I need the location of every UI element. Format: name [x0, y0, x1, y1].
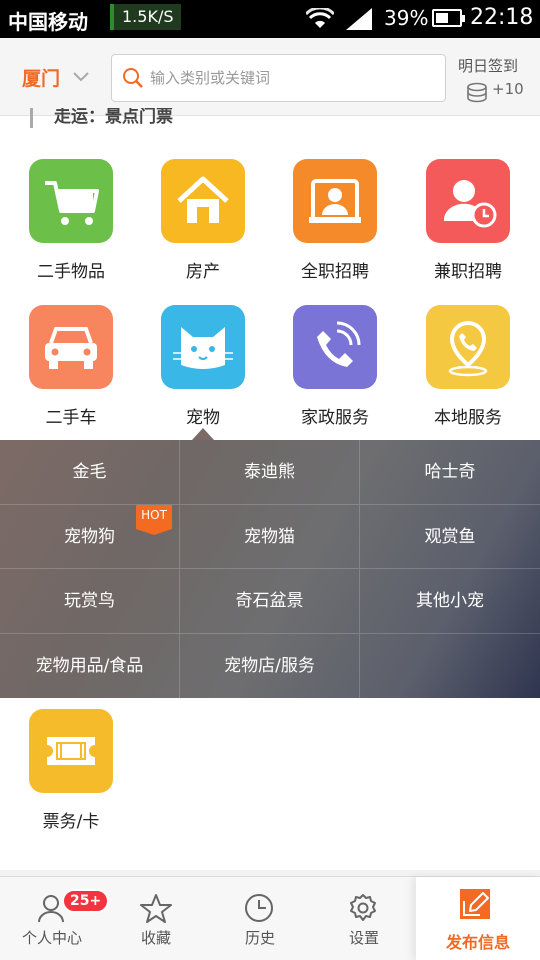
person-clock-icon	[426, 159, 510, 243]
subcategory-item[interactable]: 其他小宠	[360, 569, 540, 634]
category-label: 房产	[186, 262, 220, 282]
publish-button[interactable]: 发布信息	[416, 877, 540, 960]
category-full-time-jobs[interactable]: 全职招聘	[268, 159, 402, 289]
id-card-icon	[293, 159, 377, 243]
location-phone-icon	[426, 305, 510, 389]
tab-label: 收藏	[140, 929, 171, 947]
chevron-down-icon[interactable]	[72, 68, 90, 87]
category-part-time-jobs[interactable]: 兼职招聘	[401, 159, 535, 289]
ticket-icon	[29, 709, 113, 793]
tab-profile[interactable]: 25+ 个人中心	[0, 877, 110, 960]
subcategory-item[interactable]: 金毛	[0, 440, 180, 505]
carrier-name: 中国移动	[8, 10, 88, 34]
tab-label: 设置	[348, 929, 379, 947]
car-icon	[29, 305, 113, 389]
subcategory-item[interactable]: 泰迪熊	[180, 440, 360, 505]
top-header: 厦门 明日签到 +10	[0, 38, 540, 116]
wifi-icon	[304, 6, 336, 34]
subcategory-item[interactable]: 宠物店/服务	[180, 633, 360, 698]
category-label: 家政服务	[301, 408, 369, 428]
subcategory-item[interactable]: 玩赏鸟	[0, 569, 180, 634]
status-bar: 中国移动 1.5K/S 39% 22:18	[0, 0, 540, 38]
category-used-cars[interactable]: 二手车	[4, 305, 138, 435]
bottom-tab-bar: 25+ 个人中心 收藏 历史 设置 发布信息	[0, 876, 540, 960]
category-pets[interactable]: 宠物	[136, 305, 270, 435]
partial-item-text: 走运：景点门票	[54, 108, 173, 127]
subcategory-item[interactable]: 哈士奇	[360, 440, 540, 505]
signal-icon	[346, 8, 372, 34]
tab-settings[interactable]: 设置	[312, 877, 416, 960]
subcategory-item[interactable]: 宠物猫	[180, 504, 360, 569]
partial-scrolled-item: 走运：景点门票	[30, 108, 330, 128]
category-real-estate[interactable]: 房产	[136, 159, 270, 289]
house-icon	[161, 159, 245, 243]
signin-label: 明日签到	[458, 57, 519, 75]
hot-badge: HOT	[136, 505, 172, 535]
tab-history[interactable]: 历史	[208, 877, 312, 960]
category-label: 二手物品	[37, 262, 105, 282]
subcategory-item-empty	[360, 634, 540, 699]
clock-icon	[244, 893, 274, 927]
category-label: 全职招聘	[301, 262, 369, 282]
subcategory-item[interactable]: 观赏鱼	[360, 505, 540, 569]
category-local-services[interactable]: 本地服务	[401, 305, 535, 435]
battery-percent: 39%	[384, 6, 429, 30]
subcategory-item[interactable]: 宠物用品/食品	[0, 633, 180, 698]
tab-favorites[interactable]: 收藏	[104, 877, 208, 960]
search-input[interactable]	[150, 55, 440, 101]
signin-button[interactable]: 明日签到 +10	[452, 46, 536, 108]
cat-icon	[161, 305, 245, 389]
subcategory-item[interactable]: 奇石盆景	[180, 569, 360, 634]
gear-icon	[348, 893, 378, 927]
pet-subcategory-panel: 金毛 泰迪熊 哈士奇 宠物狗 宠物猫 观赏鱼 玩赏鸟 奇石盆景 其他小宠 宠物用…	[0, 440, 540, 698]
signin-points: +10	[492, 80, 524, 98]
category-label: 票务/卡	[42, 812, 100, 832]
tab-label: 个人中心	[21, 929, 82, 947]
search-icon	[122, 67, 144, 93]
city-selector[interactable]: 厦门	[22, 64, 60, 91]
category-second-hand[interactable]: 二手物品	[4, 159, 138, 289]
category-tickets[interactable]: 票务/卡	[4, 709, 138, 839]
notification-badge: 25+	[62, 889, 110, 913]
expanded-indicator	[192, 428, 214, 440]
phone-icon	[293, 305, 377, 389]
shopping-cart-icon	[29, 159, 113, 243]
tab-label: 历史	[244, 929, 275, 947]
edit-icon	[460, 889, 490, 919]
battery-icon	[432, 9, 465, 27]
network-speed: 1.5K/S	[110, 4, 182, 30]
category-label: 兼职招聘	[434, 262, 502, 282]
publish-label: 发布信息	[445, 933, 510, 952]
star-icon	[140, 893, 172, 927]
category-label: 本地服务	[434, 408, 502, 428]
category-label: 宠物	[186, 408, 220, 428]
clock: 22:18	[470, 5, 534, 30]
coins-icon	[466, 82, 488, 108]
search-box[interactable]	[111, 54, 446, 102]
category-housekeeping[interactable]: 家政服务	[268, 305, 402, 435]
flag-icon	[30, 108, 46, 128]
category-label: 二手车	[45, 408, 97, 428]
